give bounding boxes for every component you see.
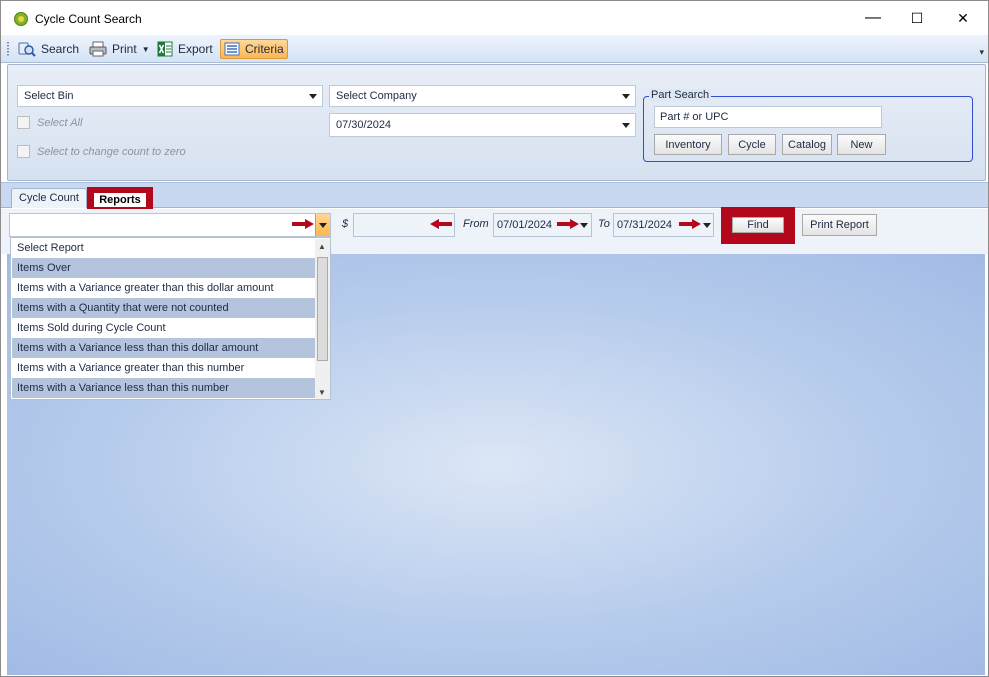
- list-item[interactable]: Items Over: [12, 258, 315, 278]
- part-search-input[interactable]: Part # or UPC: [654, 106, 882, 128]
- bin-select[interactable]: Select Bin: [17, 85, 323, 107]
- print-button[interactable]: Print ▼: [86, 39, 153, 59]
- company-select[interactable]: Select Company: [329, 85, 636, 107]
- maximize-button[interactable]: ☐: [894, 1, 940, 35]
- tab-reports-label: Reports: [94, 192, 146, 207]
- company-select-value: Select Company: [336, 90, 417, 102]
- app-window: Cycle Count Search — ☐ ✕ Search Print ▼: [0, 0, 989, 677]
- print-dropdown-chevron-icon[interactable]: ▼: [142, 45, 150, 54]
- toolbar: Search Print ▼ Export Criteria ▾: [1, 35, 988, 63]
- chevron-down-icon[interactable]: [580, 223, 588, 228]
- select-all-checkbox[interactable]: Select All: [17, 116, 82, 129]
- report-dropdown-button[interactable]: [315, 214, 330, 236]
- minimize-button[interactable]: —: [850, 1, 896, 35]
- chevron-down-icon: [309, 94, 317, 99]
- inventory-button[interactable]: Inventory: [654, 134, 722, 155]
- select-all-label: Select All: [37, 116, 83, 129]
- printer-icon: [89, 41, 107, 57]
- red-arrow-right-icon: [292, 219, 314, 229]
- list-item[interactable]: Items Sold during Cycle Count: [12, 318, 315, 338]
- report-select[interactable]: [9, 213, 331, 237]
- search-button-label: Search: [41, 42, 80, 56]
- count-date-value: 07/30/2024: [336, 119, 392, 131]
- close-button[interactable]: ✕: [940, 1, 986, 35]
- criteria-button[interactable]: Criteria: [220, 39, 288, 59]
- criteria-list-icon: [224, 42, 240, 56]
- chevron-down-icon: [622, 94, 630, 99]
- checkbox-box[interactable]: [17, 116, 30, 129]
- to-label: To: [598, 218, 610, 230]
- part-search-legend: Part Search: [649, 89, 712, 101]
- toolbar-overflow-icon[interactable]: ▾: [979, 47, 984, 58]
- cycle-button[interactable]: Cycle: [728, 134, 776, 155]
- criteria-button-label: Criteria: [245, 42, 284, 56]
- count-date-picker[interactable]: 07/30/2024: [329, 113, 636, 137]
- to-date-value: 07/31/2024: [617, 219, 673, 231]
- dropdown-scrollbar[interactable]: ▲ ▼: [315, 239, 330, 399]
- list-item[interactable]: Items with a Variance greater than this …: [12, 358, 315, 378]
- bin-select-value: Select Bin: [24, 90, 74, 102]
- excel-icon: [157, 41, 173, 57]
- red-arrow-left-icon: [430, 219, 452, 229]
- red-arrow-right-icon: [557, 219, 579, 229]
- dollar-label: $: [342, 218, 349, 230]
- list-item[interactable]: Items with a Variance less than this num…: [12, 378, 315, 398]
- print-button-label: Print: [112, 42, 137, 56]
- list-item[interactable]: Select Report: [12, 238, 315, 258]
- print-report-button[interactable]: Print Report: [802, 214, 877, 236]
- list-item[interactable]: Items with a Quantity that were not coun…: [12, 298, 315, 318]
- chevron-down-icon: [622, 123, 630, 128]
- zero-count-checkbox[interactable]: Select to change count to zero: [17, 145, 186, 158]
- red-arrow-right-icon: [679, 219, 701, 229]
- from-date-value: 07/01/2024: [497, 219, 553, 231]
- toolbar-grip-icon[interactable]: [7, 42, 9, 56]
- zero-count-label: Select to change count to zero: [37, 145, 186, 158]
- export-button-label: Export: [178, 42, 213, 56]
- from-label: From: [463, 218, 489, 230]
- tab-cycle-count[interactable]: Cycle Count: [11, 188, 87, 208]
- list-item[interactable]: Items with a Variance less than this dol…: [12, 338, 315, 358]
- scroll-up-icon[interactable]: ▲: [318, 242, 326, 251]
- checkbox-box[interactable]: [17, 145, 30, 158]
- find-button[interactable]: Find: [732, 217, 784, 233]
- scroll-down-icon[interactable]: ▼: [318, 388, 326, 397]
- search-button[interactable]: Search: [15, 39, 82, 59]
- title-bar: Cycle Count Search — ☐ ✕: [1, 1, 988, 35]
- export-button[interactable]: Export: [154, 39, 216, 59]
- catalog-button[interactable]: Catalog: [782, 134, 832, 155]
- report-dropdown-list: Select Report Items Over Items with a Va…: [10, 237, 331, 400]
- app-logo-icon: [14, 12, 28, 26]
- new-button[interactable]: New: [837, 134, 886, 155]
- list-item[interactable]: Items with a Variance greater than this …: [12, 278, 315, 298]
- chevron-down-icon[interactable]: [703, 223, 711, 228]
- chevron-down-icon: [319, 223, 327, 228]
- window-title: Cycle Count Search: [35, 12, 142, 26]
- scrollbar-thumb[interactable]: [317, 257, 328, 361]
- search-binoculars-icon: [18, 42, 36, 57]
